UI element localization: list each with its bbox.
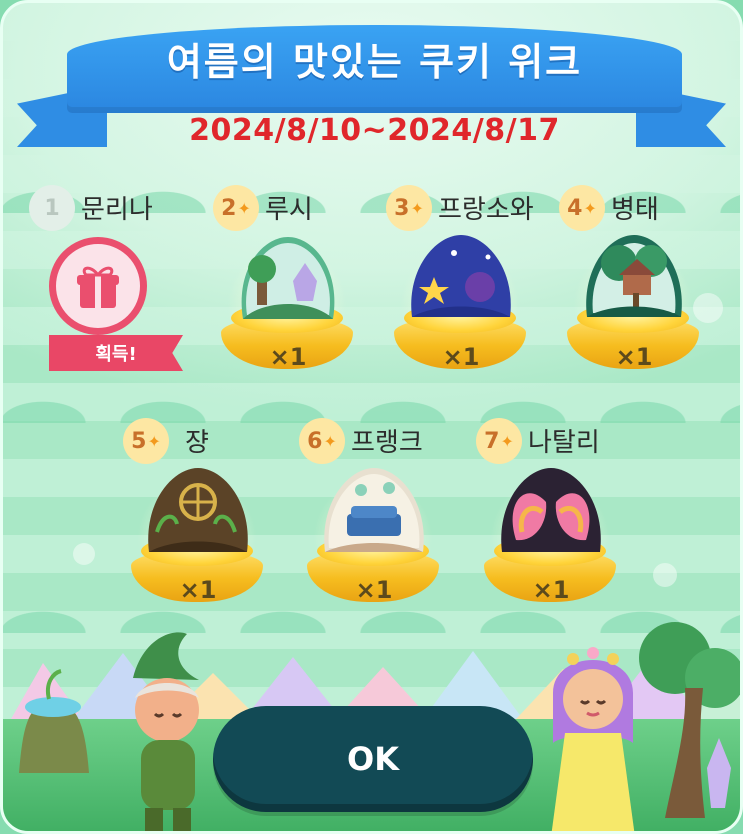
rank-badge: 5 ✦ [123, 418, 169, 464]
reward-name: 나탈리 [528, 428, 600, 458]
rank-badge: 7 ✦ [476, 418, 522, 464]
sparkle-icon: ✦ [583, 198, 597, 218]
vine-compass-cookie-icon [148, 468, 248, 552]
elf-cookie-character-icon [133, 632, 199, 831]
tree-stump-pond-icon [19, 669, 89, 773]
sparkle-icon: ✦ [500, 431, 514, 451]
reward-name: 문리나 [81, 195, 153, 225]
sparkle-icon: ✦ [323, 431, 337, 451]
rank-badge: 4 ✦ [559, 185, 605, 231]
rank-badge: 6 ✦ [299, 418, 345, 464]
event-dates: 2024/8/10~2024/8/17 [189, 113, 560, 148]
bokeh-light [73, 543, 95, 565]
reward-cell-1: 1 문리나 획득! [29, 185, 183, 385]
reward-cell-7[interactable]: 7 ✦ 나탈리 ×1 [476, 418, 626, 618]
rank-badge: 2 ✦ [213, 185, 259, 231]
ok-button[interactable]: OK [213, 706, 533, 812]
reward-quantity: ×1 [269, 343, 307, 371]
reward-quantity: ×1 [442, 343, 480, 371]
reward-cell-4[interactable]: 4 ✦ 병태 ×1 [559, 185, 709, 385]
reward-cell-6[interactable]: 6 ✦ 프랭크 ×1 [299, 418, 449, 618]
sparkle-icon: ✦ [410, 198, 424, 218]
fantasy-tree-icon [639, 622, 740, 818]
bokeh-light [653, 563, 677, 587]
reward-quantity: ×1 [355, 576, 393, 604]
treehouse-cookie-icon [586, 235, 682, 317]
reward-quantity: ×1 [532, 576, 570, 604]
sparkle-icon: ✦ [147, 431, 161, 451]
reward-name: 병태 [611, 195, 659, 225]
reward-name: 쟝 [185, 428, 209, 458]
reward-quantity: ×1 [615, 343, 653, 371]
cozy-room-cookie-icon [324, 468, 424, 552]
reward-cell-2[interactable]: 2 ✦ 루시 ×1 [213, 185, 363, 385]
forest-crystal-cookie-icon [241, 237, 335, 319]
butterfly-wing-cookie-icon [501, 468, 601, 552]
starry-shell-cookie-icon [411, 235, 511, 317]
reward-quantity: ×1 [179, 576, 217, 604]
reward-cell-5[interactable]: 5 ✦ 쟝 ×1 [123, 418, 273, 618]
reward-cell-3[interactable]: 3 ✦ 프랑소와 ×1 [386, 185, 536, 385]
obtained-badge: 획득! [49, 335, 183, 371]
fairy-cookie-character-icon [551, 647, 635, 831]
gift-icon [49, 237, 147, 335]
rank-badge: 1 [29, 185, 75, 231]
reward-name: 루시 [265, 195, 313, 225]
reward-name: 프랭크 [351, 428, 423, 458]
sparkle-icon: ✦ [237, 198, 251, 218]
reward-name: 프랑소와 [438, 195, 534, 225]
event-panel: 여름의 맛있는 쿠키 위크 2024/8/10~2024/8/17 1 문리나 … [0, 0, 743, 834]
event-title: 여름의 맛있는 쿠키 위크 [166, 40, 583, 84]
rank-badge: 3 ✦ [386, 185, 432, 231]
